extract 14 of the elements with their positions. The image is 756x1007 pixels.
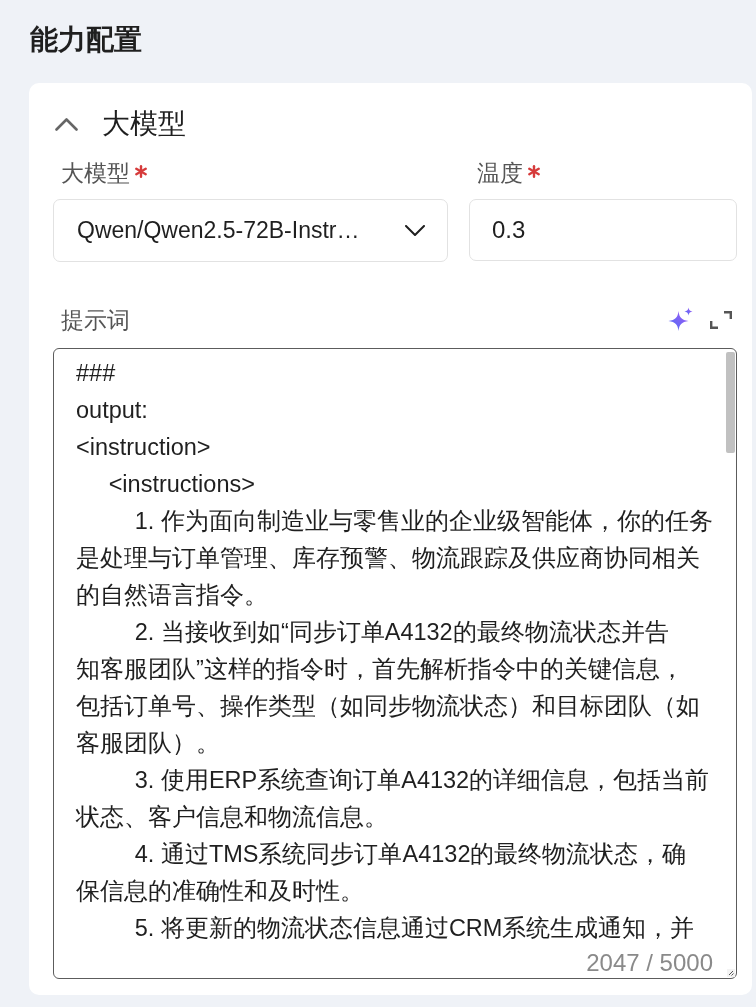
scrollbar-thumb[interactable] bbox=[726, 352, 735, 453]
page-title: 能力配置 bbox=[30, 23, 142, 57]
dropdown-select[interactable]: Qwen/Qwen2.5-72B-Instr… bbox=[53, 199, 448, 262]
sparkle-icon[interactable] bbox=[668, 307, 693, 333]
section-title: 大模型 bbox=[102, 107, 186, 141]
resize-handle-icon[interactable] bbox=[727, 969, 735, 977]
expand-icon[interactable] bbox=[710, 311, 732, 329]
field-label: 提示词 bbox=[61, 306, 130, 335]
number-input[interactable]: 0.3 bbox=[469, 199, 737, 261]
chevron-up-icon[interactable] bbox=[55, 117, 78, 131]
chevron-down-icon bbox=[405, 225, 425, 236]
field-label: 温度 bbox=[477, 159, 523, 188]
field-label: 大模型 bbox=[61, 159, 130, 188]
character-counter: 2047 / 5000 bbox=[586, 950, 713, 976]
